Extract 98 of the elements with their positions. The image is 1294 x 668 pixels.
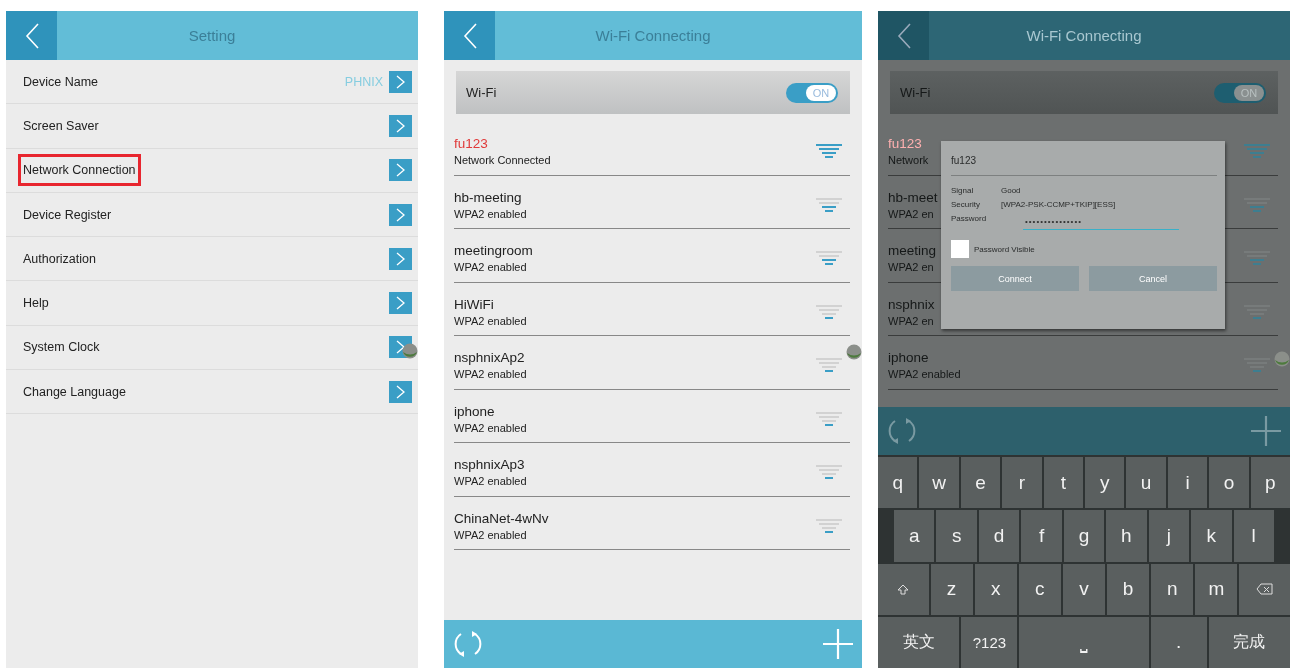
network-status: WPA2 en [888, 261, 934, 274]
network-status: WPA2 en [888, 314, 934, 327]
network-name[interactable]: fu123 [888, 136, 922, 152]
keyboard-key[interactable]: ⎵ [1019, 616, 1149, 668]
arrow-button[interactable] [389, 380, 412, 403]
field-label: Signal [951, 186, 975, 195]
keyboard-key[interactable]: v [1062, 563, 1106, 615]
keyboard-key[interactable]: x [974, 563, 1017, 615]
keyboard-key[interactable]: c [1018, 563, 1061, 615]
screen-title: Wi-Fi Connecting [1026, 27, 1142, 44]
setting-label[interactable]: System Clock [18, 331, 105, 364]
keyboard-key[interactable]: w [919, 457, 959, 509]
keyboard-key[interactable]: 英文 [878, 616, 960, 668]
arrow-button[interactable] [389, 159, 412, 182]
keyboard-key[interactable]: o [1209, 457, 1249, 509]
network-name[interactable]: hb-meeting [454, 189, 522, 205]
shift-icon [897, 583, 910, 595]
wifi-label: Wi-Fi [900, 85, 931, 100]
network-status: WPA2 enabled [454, 314, 527, 327]
setting-label[interactable]: Change Language [18, 375, 131, 408]
back-button[interactable] [6, 11, 57, 60]
network-name[interactable]: meetingroom [454, 243, 533, 259]
keyboard-key[interactable]: y [1085, 457, 1125, 509]
backspace-icon [1256, 582, 1274, 597]
floating-ball-icon[interactable] [846, 344, 862, 360]
keyboard-key[interactable]: a [894, 510, 935, 562]
setting-label[interactable]: Screen Saver [18, 109, 104, 142]
setting-label[interactable]: Device Name [18, 65, 104, 98]
network-name[interactable]: meeting [888, 243, 937, 259]
back-button[interactable] [444, 11, 495, 60]
keyboard-key[interactable]: m [1195, 563, 1238, 615]
keyboard-key[interactable]: n [1151, 563, 1194, 615]
keyboard-key[interactable]: j [1148, 510, 1190, 562]
floating-ball-icon[interactable] [402, 343, 418, 359]
keyboard-key[interactable]: r [1002, 457, 1042, 509]
network-status: WPA2 en [888, 207, 934, 220]
keyboard-key[interactable]: p [1250, 457, 1290, 509]
keyboard-key[interactable]: i [1167, 457, 1208, 509]
network-status: WPA2 enabled [454, 207, 527, 220]
field-label: Security [951, 200, 981, 209]
arrow-button[interactable] [389, 114, 412, 137]
network-name[interactable]: fu123 [454, 136, 488, 152]
screen-title: Wi-Fi Connecting [595, 27, 711, 44]
network-status: WPA2 enabled [888, 368, 961, 381]
arrow-button[interactable] [389, 247, 412, 270]
keyboard-key[interactable]: k [1191, 510, 1232, 562]
setting-value: PHNIX [344, 74, 383, 89]
dialog-title: fu123 [951, 155, 977, 166]
network-status: WPA2 enabled [454, 475, 527, 488]
keyboard-key[interactable]: h [1106, 510, 1147, 562]
keyboard-key[interactable]: f [1021, 510, 1062, 562]
arrow-button[interactable] [389, 70, 412, 93]
refresh-icon[interactable] [452, 628, 484, 660]
network-name[interactable]: hb-meet [888, 189, 938, 205]
back-button[interactable] [878, 11, 929, 60]
network-name[interactable]: iphone [888, 350, 929, 366]
network-name[interactable]: iphone [454, 403, 495, 419]
network-status: Network [888, 154, 929, 167]
network-status: WPA2 enabled [454, 421, 527, 434]
field-label: Password [951, 214, 988, 223]
keyboard-key[interactable]: 完成 [1208, 616, 1290, 668]
setting-label[interactable]: Help [18, 287, 54, 320]
setting-label[interactable]: Network Connection [18, 154, 141, 187]
setting-label[interactable]: Authorization [18, 242, 101, 275]
refresh-icon[interactable] [886, 415, 918, 447]
keyboard-key[interactable]: t [1043, 457, 1084, 509]
network-name[interactable]: nsphnix [888, 296, 935, 312]
keyboard-key[interactable]: q [878, 457, 918, 509]
keyboard-key[interactable]: b [1107, 563, 1150, 615]
keyboard-key[interactable]: e [960, 457, 1001, 509]
network-status: WPA2 enabled [454, 368, 527, 381]
wifi-label: Wi-Fi [466, 85, 497, 100]
arrow-button[interactable] [389, 292, 412, 315]
network-status: WPA2 enabled [454, 528, 527, 541]
screen-title: Setting [188, 27, 236, 44]
keyboard-key[interactable]: z [930, 563, 973, 615]
field-value: [WPA2-PSK-CCMP+TKIP][ESS] [1001, 200, 1116, 209]
password-field[interactable]: ••••••••••••••• [1023, 214, 1179, 230]
network-name[interactable]: nsphnixAp2 [454, 350, 525, 366]
keyboard-key[interactable]: ?123 [961, 616, 1018, 668]
keyboard-key[interactable]: u [1126, 457, 1166, 509]
keyboard-key[interactable]: g [1063, 510, 1105, 562]
network-status: Network Connected [454, 154, 551, 167]
network-name[interactable]: HiWiFi [454, 296, 494, 312]
plus-icon[interactable] [1250, 415, 1282, 447]
keyboard-key[interactable]: l [1233, 510, 1274, 562]
network-name[interactable]: ChinaNet-4wNv [454, 510, 549, 526]
backspace-key[interactable] [1239, 563, 1290, 615]
keyboard-key[interactable]: d [978, 510, 1020, 562]
network-name[interactable]: nsphnixAp3 [454, 457, 525, 473]
arrow-button[interactable] [389, 203, 412, 226]
keyboard-key[interactable]: s [936, 510, 977, 562]
checkbox-label: Password Visible [974, 244, 1035, 254]
checkbox[interactable] [951, 240, 969, 258]
keyboard-key[interactable]: . [1150, 616, 1207, 668]
setting-label[interactable]: Device Register [18, 198, 117, 231]
field-value: Good [1001, 186, 1021, 195]
network-status: WPA2 enabled [454, 261, 527, 274]
